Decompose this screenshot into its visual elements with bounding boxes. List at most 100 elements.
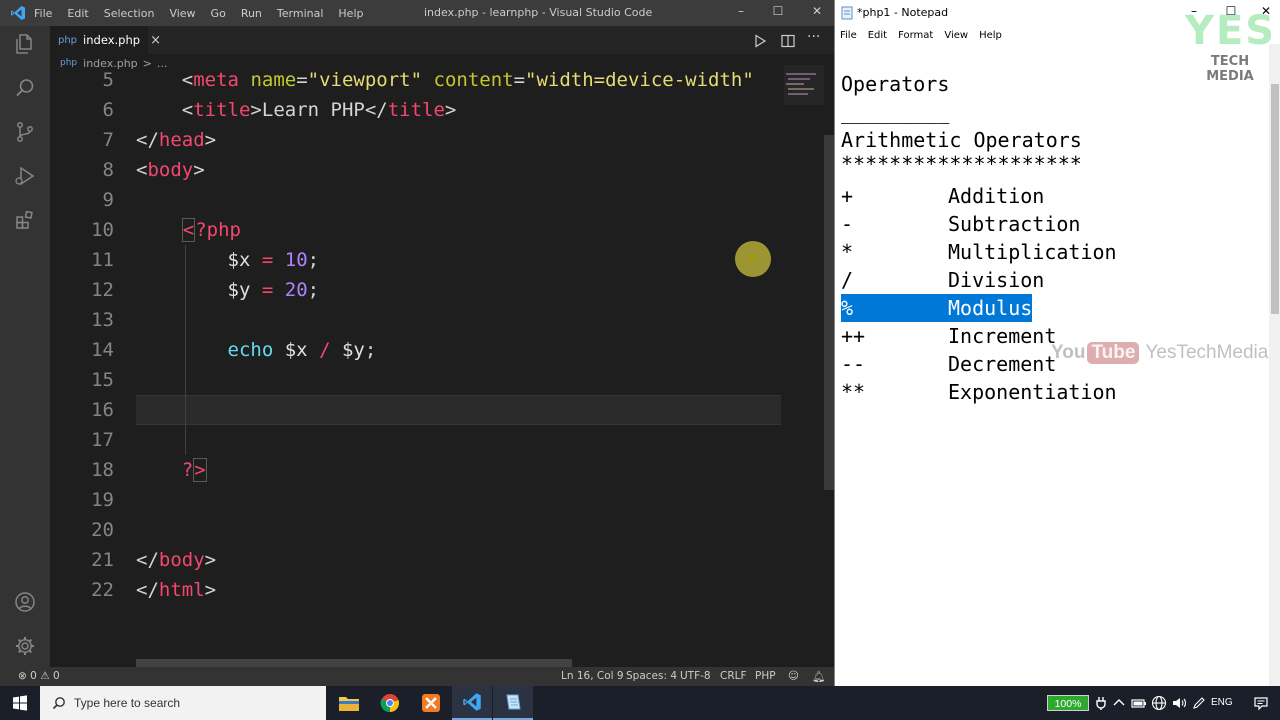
line-number: 8 — [102, 159, 114, 181]
search-placeholder: Type here to search — [74, 696, 181, 710]
youtube-watermark: You Tube YesTechMedia — [1051, 342, 1268, 364]
cursor-position[interactable]: Ln 16, Col 9 — [561, 670, 624, 682]
language-mode[interactable]: PHP — [755, 670, 776, 682]
search-icon — [52, 697, 65, 710]
operator-name: Exponentiation — [948, 380, 1117, 404]
minimap[interactable] — [784, 65, 824, 659]
code-line: 20 — [50, 515, 784, 545]
tab-close-icon[interactable]: × — [150, 33, 161, 48]
code-text: </html> — [136, 579, 217, 601]
menu-format[interactable]: Format — [898, 30, 933, 41]
taskbar-chrome[interactable] — [370, 686, 410, 720]
code-text: $x = 10; — [227, 249, 320, 271]
pen-input-icon[interactable] — [1191, 695, 1207, 711]
code-editor[interactable]: 5 <meta name="viewport" content="width=d… — [50, 65, 784, 659]
menu-edit[interactable]: Edit — [67, 7, 88, 20]
vscode-menubar: File Edit Selection View Go Run Terminal Help — [34, 0, 378, 26]
more-actions-icon[interactable]: ··· — [807, 29, 820, 45]
notepad-app-icon — [841, 6, 853, 20]
menu-selection[interactable]: Selection — [104, 7, 155, 20]
run-debug-icon[interactable] — [13, 164, 37, 188]
line-number: 20 — [91, 519, 114, 541]
menu-view[interactable]: View — [169, 7, 195, 20]
code-line: 14 echo $x / $y; — [50, 335, 784, 365]
accounts-icon[interactable] — [13, 590, 37, 614]
menu-file[interactable]: File — [34, 7, 52, 20]
desktop: File Edit Selection View Go Run Terminal Help i… — [0, 0, 1280, 720]
indentation[interactable]: Spaces: 4 — [626, 670, 677, 682]
source-control-icon[interactable] — [13, 120, 37, 144]
error-count: 0 — [30, 670, 37, 682]
error-icon: ⊗ — [18, 670, 27, 682]
code-text: </body> — [136, 549, 217, 571]
folder-icon — [339, 697, 359, 711]
vscode-icon — [463, 693, 481, 711]
line-number: 7 — [102, 129, 114, 151]
status-bar: ⊗ 0 ⚠ 0 Ln 16, Col 9 Spaces: 4 UTF-8 CRL… — [0, 667, 834, 686]
activity-bar — [0, 26, 50, 667]
operator-symbol: * — [841, 240, 854, 264]
chevron-up-icon[interactable] — [1111, 695, 1127, 711]
menu-file[interactable]: File — [840, 30, 857, 41]
code-line: 15 — [50, 365, 784, 395]
menu-help[interactable]: Help — [338, 7, 363, 20]
line-ending[interactable]: CRLF — [720, 670, 747, 682]
mouse-cursor-highlight — [735, 241, 771, 277]
code-text: <body> — [136, 159, 205, 181]
line-number: 5 — [102, 69, 114, 91]
menu-view[interactable]: View — [944, 30, 968, 41]
php-file-icon: php — [58, 34, 78, 46]
minimize-button[interactable]: – — [726, 4, 756, 18]
search-icon[interactable] — [13, 76, 37, 100]
taskbar-file-explorer[interactable] — [329, 686, 369, 720]
explorer-icon[interactable] — [13, 32, 37, 56]
taskbar-notepad[interactable] — [493, 686, 533, 720]
maximize-button[interactable]: ☐ — [763, 4, 793, 18]
line-number: 14 — [91, 339, 114, 361]
split-editor-icon[interactable] — [780, 33, 796, 49]
feedback-icon[interactable]: ☺ — [788, 670, 799, 682]
battery-percentage[interactable]: 100% — [1047, 695, 1089, 711]
close-window-button[interactable]: ✕ — [802, 4, 832, 18]
run-file-icon[interactable] — [752, 33, 768, 49]
menu-edit[interactable]: Edit — [868, 30, 887, 41]
taskbar-search-box[interactable]: Type here to search — [40, 686, 326, 720]
operator-symbol: - — [841, 212, 854, 236]
taskbar-xampp[interactable] — [411, 686, 451, 720]
notepad-text-area[interactable]: Operators _________ Arithmetic Operators… — [841, 44, 1269, 686]
taskbar-vscode[interactable] — [452, 686, 492, 720]
code-line: 9 — [50, 185, 784, 215]
operator-symbol: -- — [841, 352, 866, 376]
settings-gear-icon[interactable] — [13, 634, 37, 658]
code-line: 10 <?php — [50, 215, 784, 245]
encoding[interactable]: UTF-8 — [680, 670, 711, 682]
network-icon[interactable] — [1151, 695, 1167, 711]
menu-go[interactable]: Go — [211, 7, 226, 20]
line-number: 17 — [91, 429, 114, 451]
editor-vertical-scrollbar[interactable] — [824, 65, 834, 659]
notification-center-icon[interactable] — [1253, 695, 1269, 711]
notifications-bell-icon[interactable]: 🔔︎ — [812, 670, 825, 683]
underline-text: _________ — [841, 100, 950, 124]
notepad-vertical-scrollbar[interactable] — [1269, 44, 1280, 686]
extensions-icon[interactable] — [13, 208, 37, 232]
problems-indicator[interactable]: ⊗ 0 ⚠ 0 — [18, 670, 60, 682]
menu-help[interactable]: Help — [979, 30, 1002, 41]
editor-horizontal-scrollbar[interactable] — [136, 659, 572, 667]
scrollbar-thumb[interactable] — [1271, 84, 1279, 314]
xampp-icon — [422, 694, 440, 712]
line-number: 9 — [102, 189, 114, 211]
volume-icon[interactable] — [1171, 695, 1187, 711]
battery-icon[interactable] — [1131, 695, 1147, 711]
logo-small-text: TECH MEDIA — [1206, 54, 1254, 84]
menu-run[interactable]: Run — [241, 7, 262, 20]
windows-logo-icon — [13, 695, 27, 711]
code-line: 21 </body> — [50, 545, 784, 575]
menu-terminal[interactable]: Terminal — [277, 7, 324, 20]
start-button[interactable] — [0, 686, 40, 720]
power-plug-icon[interactable] — [1093, 695, 1109, 711]
scrollbar-thumb[interactable] — [824, 135, 834, 490]
tab-index-php[interactable]: php index.php × — [50, 26, 161, 54]
input-language[interactable]: ENG — [1211, 697, 1233, 708]
line-number: 11 — [91, 249, 114, 271]
